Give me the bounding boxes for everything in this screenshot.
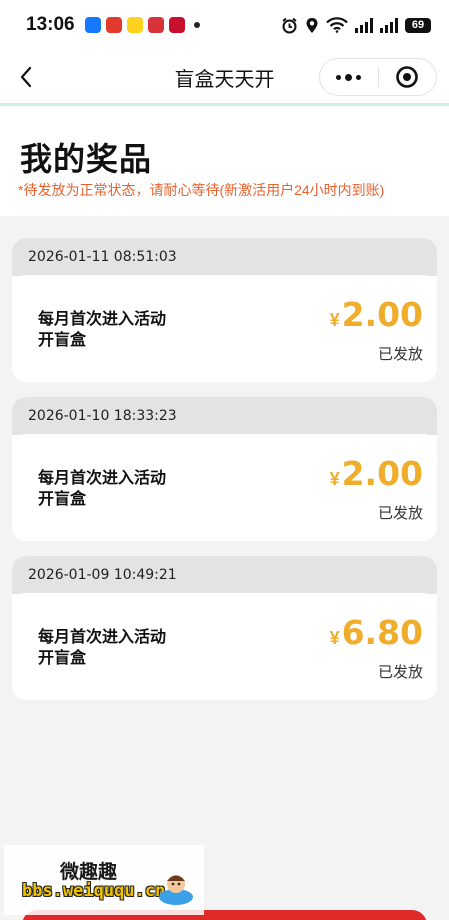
redpacket-icon: [105, 17, 122, 33]
prize-card-body: 每月首次进入活动 开盲盒 ¥ 2.00 已发放: [12, 275, 437, 382]
prize-desc-line1: 每月首次进入活动: [38, 470, 167, 487]
signal-2-icon: [380, 17, 398, 33]
prize-desc-line1: 每月首次进入活动: [38, 311, 167, 328]
prize-status: 已发放: [377, 664, 423, 681]
more-notifications-icon: [193, 22, 200, 28]
prize-value: 6.80: [341, 613, 423, 652]
meituan-icon: [126, 17, 143, 33]
prize-value: 2.00: [341, 454, 423, 493]
status-bar: 13:06 69: [0, 0, 449, 50]
prize-time: 2026-01-10 18:33:23: [28, 408, 177, 424]
watermark-title: 微趣趣: [60, 862, 118, 883]
watermark: 微趣趣 bbs.weiququ.cn: [4, 845, 204, 915]
prize-amount: ¥ 2.00: [330, 454, 423, 493]
wifi-icon: [326, 17, 348, 33]
prize-description: 每月首次进入活动 开盲盒: [38, 468, 208, 510]
prize-desc-line2: 开盲盒: [38, 491, 87, 508]
prize-card-header: 2026-01-11 08:51:03: [12, 238, 437, 276]
back-button[interactable]: [14, 64, 40, 90]
prize-status: 已发放: [377, 505, 423, 522]
more-dots-icon[interactable]: [320, 59, 378, 95]
alarm-icon: [282, 17, 297, 33]
prize-status: 已发放: [377, 346, 423, 363]
mascot-icon: [159, 875, 193, 905]
battery-icon: 69: [405, 17, 431, 33]
page-notice: *待发放为正常状态，请耐心等待(新激活用户24小时内到账): [18, 182, 385, 198]
status-time: 13:06: [26, 14, 75, 35]
currency-symbol: ¥: [329, 628, 340, 648]
prize-description: 每月首次进入活动 开盲盒: [38, 627, 208, 669]
prize-amount: ¥ 2.00: [330, 295, 423, 334]
mini-program-capsule: [319, 58, 437, 96]
currency-symbol: ¥: [329, 469, 340, 489]
prize-value: 2.00: [341, 295, 423, 334]
alipay-icon: [84, 17, 101, 33]
nav-title: 盲盒天天开: [174, 68, 275, 91]
prize-card-header: 2026-01-09 10:49:21: [12, 556, 437, 594]
prize-card-body: 每月首次进入活动 开盲盒 ¥ 2.00 已发放: [12, 434, 437, 541]
prize-time: 2026-01-11 08:51:03: [28, 249, 177, 265]
prize-desc-line1: 每月首次进入活动: [38, 629, 167, 646]
prize-card: 2026-01-10 18:33:23 每月首次进入活动 开盲盒 ¥ 2.00 …: [12, 397, 437, 541]
prize-description: 每月首次进入活动 开盲盒: [38, 309, 208, 351]
prize-desc-line2: 开盲盒: [38, 650, 87, 667]
app-fire-icon: [168, 17, 185, 33]
prize-card-body: 每月首次进入活动 开盲盒 ¥ 6.80 已发放: [12, 593, 437, 700]
watermark-url: bbs.weiququ.cn: [22, 881, 166, 901]
notification-icons: [84, 17, 200, 33]
prize-card: 2026-01-09 10:49:21 每月首次进入活动 开盲盒 ¥ 6.80 …: [12, 556, 437, 700]
app-red-icon: [147, 17, 164, 33]
nav-bar: 盲盒天天开: [0, 50, 449, 104]
page-header: 我的奖品 *待发放为正常状态，请耐心等待(新激活用户24小时内到账): [0, 106, 449, 216]
prize-desc-line2: 开盲盒: [38, 332, 87, 349]
signal-1-icon: [355, 17, 373, 33]
page-title: 我的奖品: [20, 141, 153, 177]
prize-card-header: 2026-01-10 18:33:23: [12, 397, 437, 435]
location-icon: [306, 17, 318, 33]
currency-symbol: ¥: [329, 310, 340, 330]
prize-card: 2026-01-11 08:51:03 每月首次进入活动 开盲盒 ¥ 2.00 …: [12, 238, 437, 382]
prize-amount: ¥ 6.80: [330, 613, 423, 652]
close-target-icon[interactable]: [378, 59, 436, 95]
prize-time: 2026-01-09 10:49:21: [28, 567, 177, 583]
